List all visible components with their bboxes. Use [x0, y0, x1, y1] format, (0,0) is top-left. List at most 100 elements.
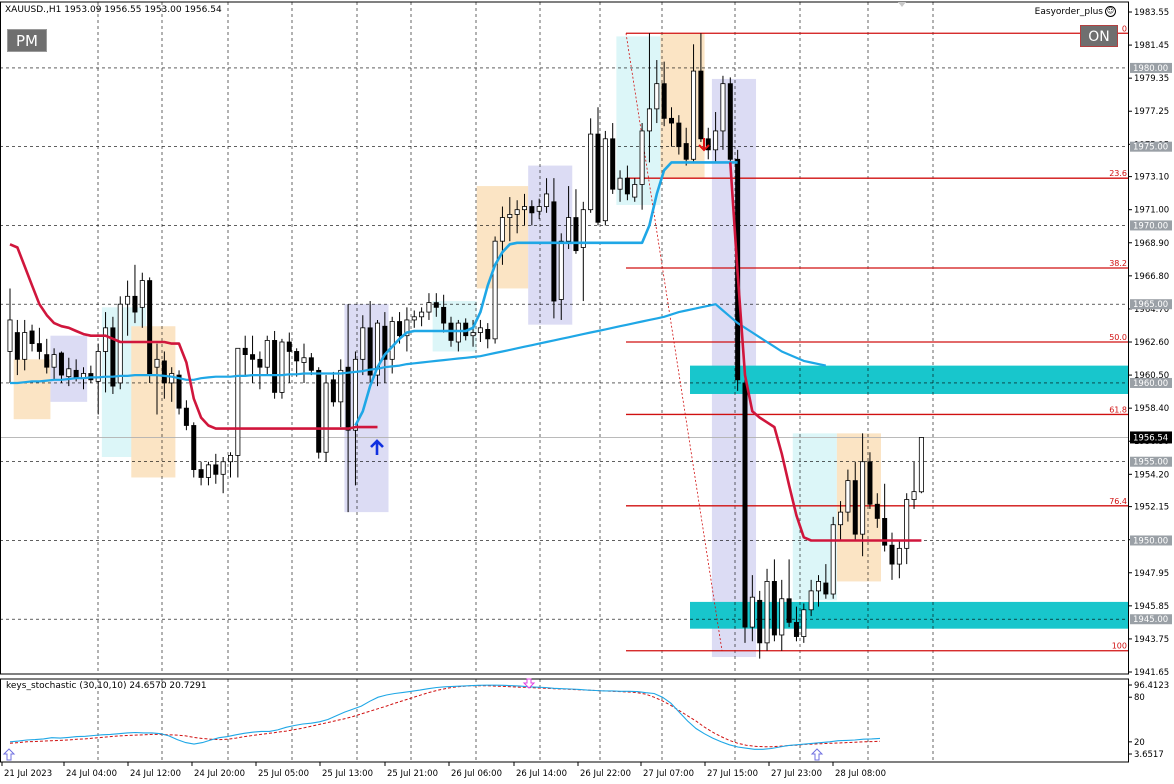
candle-body[interactable] [793, 621, 799, 637]
candle-body[interactable] [595, 133, 601, 223]
candle-body[interactable] [426, 302, 432, 313]
candle-body[interactable] [235, 347, 241, 456]
candle-body[interactable] [66, 368, 72, 378]
on-button[interactable]: ON [1080, 25, 1118, 47]
candle-body[interactable] [139, 280, 145, 308]
candle-body[interactable] [514, 209, 520, 215]
candle-body[interactable] [669, 117, 675, 124]
candle-body[interactable] [911, 491, 917, 500]
candle-body[interactable] [227, 455, 233, 463]
candle-body[interactable] [389, 321, 395, 360]
candle-body[interactable] [646, 108, 652, 132]
candle-body[interactable] [470, 332, 476, 337]
candle-body[interactable] [639, 130, 645, 185]
pm-button[interactable]: PM [7, 29, 47, 52]
candle-body[interactable] [918, 437, 924, 493]
candle-body[interactable] [345, 366, 351, 431]
candle-body[interactable] [522, 206, 528, 211]
candle-body[interactable] [272, 340, 278, 393]
trading-chart[interactable]: 0 23.6 38.2 50.0 61.8 76.4 100 1983.55 1981.45 1… [0, 0, 1174, 784]
candle-body[interactable] [441, 306, 447, 324]
candle-body[interactable] [250, 354, 256, 360]
candle-body[interactable] [889, 544, 895, 565]
candle-body[interactable] [205, 464, 211, 478]
candle-body[interactable] [823, 582, 829, 595]
candle-body[interactable] [7, 319, 13, 352]
candle-body[interactable] [51, 354, 57, 368]
candle-body[interactable] [125, 295, 131, 305]
candle-body[interactable] [544, 193, 550, 207]
candle-body[interactable] [58, 352, 64, 376]
candle-body[interactable] [808, 590, 814, 611]
candle-body[interactable] [411, 316, 417, 321]
candle-body[interactable] [713, 130, 719, 151]
candle-body[interactable] [73, 369, 79, 379]
candle-body[interactable] [610, 138, 616, 190]
candle-body[interactable] [294, 351, 300, 362]
candle-body[interactable] [455, 322, 461, 343]
candle-body[interactable] [617, 177, 623, 190]
candle-body[interactable] [338, 369, 344, 403]
candle-body[interactable] [786, 598, 792, 623]
candle-body[interactable] [588, 133, 594, 211]
candle-body[interactable] [551, 201, 557, 302]
candle-body[interactable] [566, 217, 572, 242]
candle-body[interactable] [573, 217, 579, 252]
candle-body[interactable] [419, 311, 425, 318]
candle-body[interactable] [242, 347, 248, 356]
candle-body[interactable] [169, 373, 175, 384]
candle-body[interactable] [477, 327, 483, 333]
candle-body[interactable] [698, 70, 704, 140]
candle-body[interactable] [624, 177, 630, 195]
candle-body[interactable] [257, 358, 263, 368]
candle-body[interactable] [764, 581, 770, 644]
candle-body[interactable] [301, 357, 307, 363]
candle-body[interactable] [397, 321, 403, 337]
candle-body[interactable] [360, 327, 366, 360]
candle-body[interactable] [176, 374, 182, 409]
candle-body[interactable] [198, 469, 204, 478]
candle-body[interactable] [727, 83, 733, 160]
candle-body[interactable] [757, 599, 763, 644]
candle-body[interactable] [191, 425, 197, 470]
candle-body[interactable] [485, 328, 491, 340]
candle-body[interactable] [161, 360, 167, 384]
candle-body[interactable] [103, 327, 109, 352]
candle-body[interactable] [22, 332, 28, 360]
candle-body[interactable] [661, 83, 667, 119]
candle-body[interactable] [44, 354, 50, 368]
candle-body[interactable] [720, 83, 726, 132]
candle-body[interactable] [816, 581, 822, 592]
candle-body[interactable] [602, 138, 608, 222]
candle-body[interactable] [308, 357, 314, 371]
candle-body[interactable] [749, 596, 755, 628]
candle-body[interactable] [507, 214, 513, 218]
candle-body[interactable] [352, 358, 358, 431]
candle-body[interactable] [558, 240, 564, 300]
candle-body[interactable] [220, 461, 226, 475]
candle-body[interactable] [279, 341, 285, 393]
candle-body[interactable] [830, 524, 836, 595]
candle-body[interactable] [845, 480, 851, 513]
candle-body[interactable] [147, 280, 153, 376]
candle-body[interactable] [683, 143, 689, 160]
candle-body[interactable] [896, 547, 902, 565]
candle-body[interactable] [852, 480, 858, 535]
candle-body[interactable] [183, 407, 189, 426]
candle-body[interactable] [536, 206, 542, 212]
candle-body[interactable] [691, 70, 697, 160]
candle-body[interactable] [213, 464, 219, 475]
candle-body[interactable] [330, 379, 336, 403]
candle-body[interactable] [492, 240, 498, 340]
candle-body[interactable] [36, 343, 42, 352]
candle-body[interactable] [29, 330, 35, 344]
candle-body[interactable] [117, 303, 123, 384]
candle-body[interactable] [632, 184, 638, 198]
candle-body[interactable] [323, 382, 329, 453]
candle-body[interactable] [264, 340, 270, 368]
candle-body[interactable] [676, 122, 682, 148]
candle-body[interactable] [132, 295, 138, 313]
candle-body[interactable] [14, 332, 20, 360]
candle-body[interactable] [801, 609, 807, 637]
candle-body[interactable] [433, 302, 439, 308]
